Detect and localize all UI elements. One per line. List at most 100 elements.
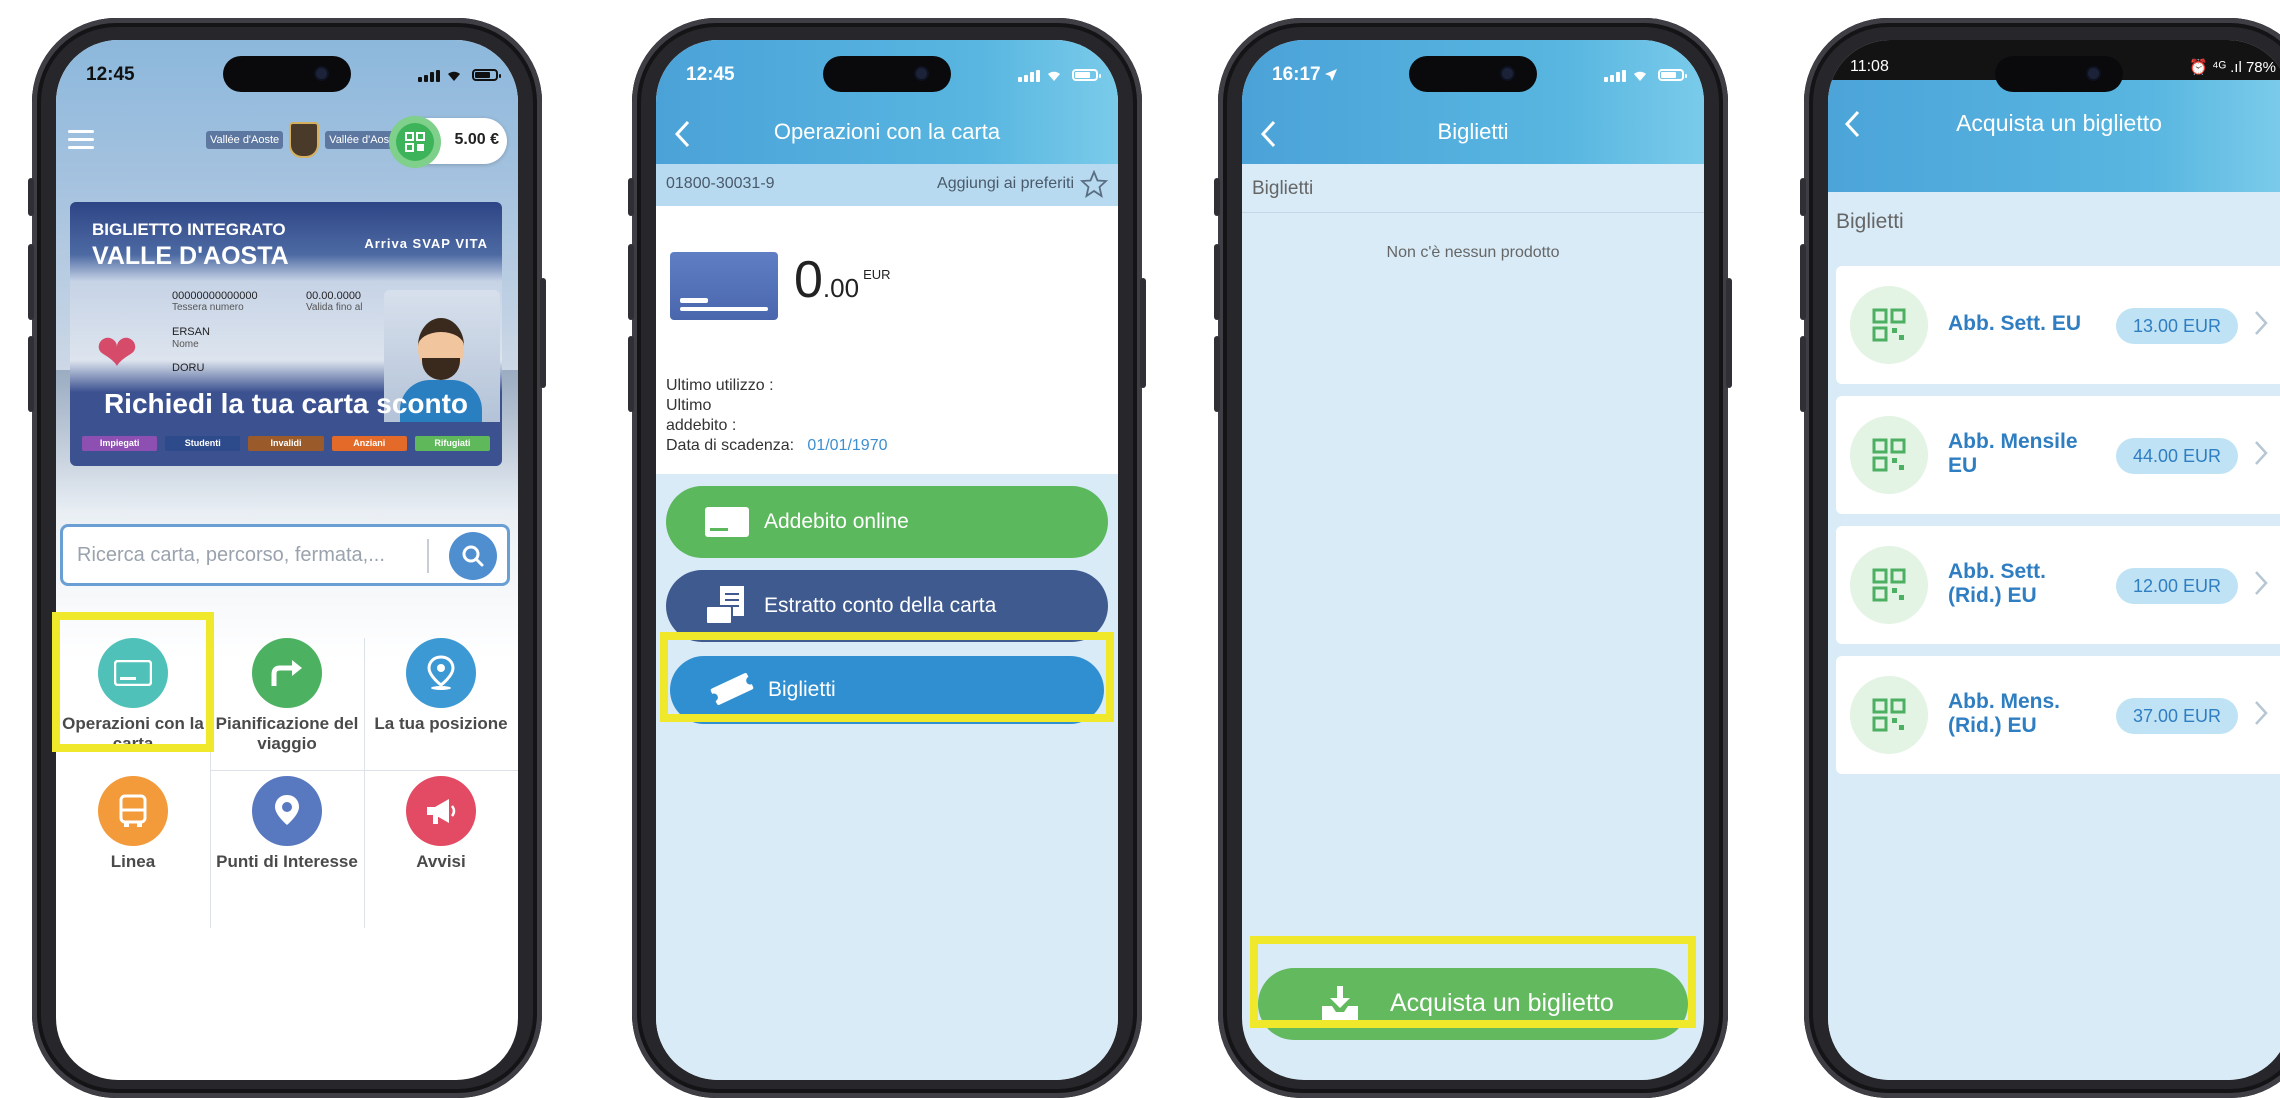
phone-home: 12:45 Vallée d'Aoste Vallée d'Aoste 5.00… [28, 18, 546, 1098]
search-placeholder: Ricerca carta, percorso, fermata,... [77, 544, 385, 566]
phone-card-operations: Operazioni con la carta 12:45 01800-3003… [628, 18, 1146, 1098]
tile-line[interactable]: Linea [58, 776, 208, 911]
ticket-item[interactable]: Abb. Mensile EU 44.00 EUR [1836, 396, 2280, 514]
valid-label: Valida fino al [306, 302, 363, 313]
last-charge-label: Ultimo [666, 397, 712, 414]
promo-title-1: BIGLIETTO INTEGRATO [92, 220, 286, 239]
card-info-bar: 01800-30031-9 Aggiungi ai preferiti [656, 164, 1118, 206]
highlight-card-operations [52, 612, 214, 752]
partner-logos: Arriva SVAP VITA [364, 236, 488, 251]
phone-buy-ticket: 11:08 ⏰ ⁴ᴳ .ıl 78% Acquista un biglietto… [1800, 18, 2280, 1098]
section-header: Biglietti [1828, 192, 2280, 249]
tag-studenti: Studenti [165, 436, 241, 451]
page-title: Operazioni con la carta [773, 119, 1001, 144]
tile-trip-planner[interactable]: Pianificazione del viaggio [212, 638, 362, 773]
chevron-right-icon [2255, 311, 2268, 335]
chevron-right-icon [2255, 571, 2268, 595]
status-time: 12:45 [686, 64, 735, 85]
sample-name: ERSAN [172, 326, 210, 338]
card-balance: 0.00 EUR [794, 250, 891, 310]
ticket-item[interactable]: Abb. Sett. (Rid.) EU 12.00 EUR [1836, 526, 2280, 644]
screen: 11:08 ⏰ ⁴ᴳ .ıl 78% Acquista un biglietto… [1828, 40, 2280, 1080]
battery-icon [472, 69, 501, 81]
category-tags: Impiegati Studenti Invalidi Anziani Rifu… [82, 436, 491, 451]
ticket-price: 44.00 EUR [2116, 438, 2238, 474]
battery-icon [1072, 69, 1101, 81]
highlight-tickets [660, 632, 1114, 722]
tile-notices[interactable]: Avvisi [366, 776, 516, 911]
camera-pin-icon [252, 776, 322, 846]
sample-valid-date: 00.00.0000 [306, 290, 362, 302]
tile-label: Punti di Interesse [216, 852, 358, 871]
chevron-right-icon [2255, 701, 2268, 725]
screen: Biglietti 16:17 Biglietti Non c'è nessun… [1242, 40, 1704, 1080]
ticket-price: 12.00 EUR [2116, 568, 2238, 604]
battery-icon [1658, 69, 1687, 81]
card-number-label: Tessera numero [172, 302, 244, 313]
online-charge-button[interactable]: Addebito online [666, 486, 1108, 558]
balance-currency: EUR [863, 267, 891, 282]
card-details: Ultimo utilizzo : Ultimo addebito : Data… [666, 376, 888, 456]
card-image [670, 252, 778, 320]
tag-rifugiati: Rifugiati [414, 436, 491, 451]
status-time: 12:45 [86, 64, 135, 85]
ticket-name: Abb. Sett. [1948, 560, 2046, 583]
tag-invalidi: Invalidi [248, 436, 324, 451]
expiry-label: Data di scadenza: [666, 437, 795, 454]
add-favorites-link[interactable]: Aggiungi ai preferiti [937, 175, 1074, 193]
coat-of-arms-icon [289, 122, 320, 158]
card-number: 01800-30031-9 [666, 175, 775, 192]
screen: 12:45 Vallée d'Aoste Vallée d'Aoste 5.00… [56, 40, 518, 1080]
tag-impiegati: Impiegati [82, 436, 158, 451]
megaphone-icon [406, 776, 476, 846]
page-title: Acquista un biglietto [1956, 110, 2162, 136]
ticket-name: Abb. Mens. [1948, 690, 2061, 713]
tile-label: Linea [110, 852, 156, 871]
tile-label: Avvisi [416, 852, 466, 871]
ticket-item[interactable]: Abb. Sett. EU 13.00 EUR [1836, 266, 2280, 384]
qr-code-icon [1850, 676, 1928, 754]
location-arrow-icon [1325, 69, 1337, 81]
promo-title-2: VALLE D'AOSTA [92, 242, 289, 270]
screen: Operazioni con la carta 12:45 01800-3003… [656, 40, 1118, 1080]
search-button[interactable] [449, 532, 497, 580]
ticket-name: Abb. Mensile [1948, 430, 2078, 453]
wifi-icon [448, 71, 460, 81]
signal-icon [1604, 70, 1626, 82]
empty-state-text: Non c'è nessun prodotto [1386, 244, 1560, 261]
card-icon [705, 507, 749, 537]
status-icons: ⏰ ⁴ᴳ .ıl 78% [2189, 59, 2276, 76]
credit-balance[interactable]: 5.00 € [389, 116, 507, 168]
location-pin-icon [406, 638, 476, 708]
tile-label: La tua posizione [374, 714, 508, 733]
discount-card-banner[interactable]: BIGLIETTO INTEGRATO VALLE D'AOSTA Arriva… [70, 202, 502, 466]
search-input[interactable]: Ricerca carta, percorso, fermata,... [60, 524, 510, 586]
credit-amount: 5.00 € [454, 131, 499, 148]
search-icon [462, 545, 484, 567]
ticket-list: Abb. Sett. EU 13.00 EUR Abb. Mensile EU 4… [1828, 248, 2280, 1080]
tile-your-position[interactable]: La tua posizione [366, 638, 516, 773]
ticket-item[interactable]: Abb. Mens. (Rid.) EU 37.00 EUR [1836, 656, 2280, 774]
star-icon[interactable] [1080, 170, 1108, 198]
statement-icon [705, 586, 744, 625]
menu-icon[interactable] [68, 130, 94, 150]
name-label: Nome [172, 339, 199, 350]
section-header: Biglietti [1242, 164, 1704, 213]
bus-icon [98, 776, 168, 846]
qr-wallet-icon [389, 116, 441, 168]
section-title: Biglietti [1252, 178, 1314, 199]
sample-card-number: 00000000000000 [172, 290, 258, 302]
tile-label: Pianificazione del viaggio [215, 714, 359, 753]
sample-surname: DORU [172, 362, 205, 374]
heart-logo-icon: ❤ [96, 325, 138, 381]
qr-code-icon [1850, 286, 1928, 364]
ticket-name-2: (Rid.) EU [1948, 714, 2037, 737]
ticket-price: 13.00 EUR [2116, 308, 2238, 344]
ticket-name-2: EU [1948, 454, 1978, 477]
page-title: Biglietti [1437, 119, 1509, 144]
last-use-label: Ultimo utilizzo : [666, 377, 774, 394]
section-title: Biglietti [1836, 210, 1904, 233]
tile-points-of-interest[interactable]: Punti di Interesse [212, 776, 362, 911]
ticket-name: Abb. Sett. EU [1948, 312, 2082, 335]
ticket-name-2: (Rid.) EU [1948, 584, 2037, 607]
